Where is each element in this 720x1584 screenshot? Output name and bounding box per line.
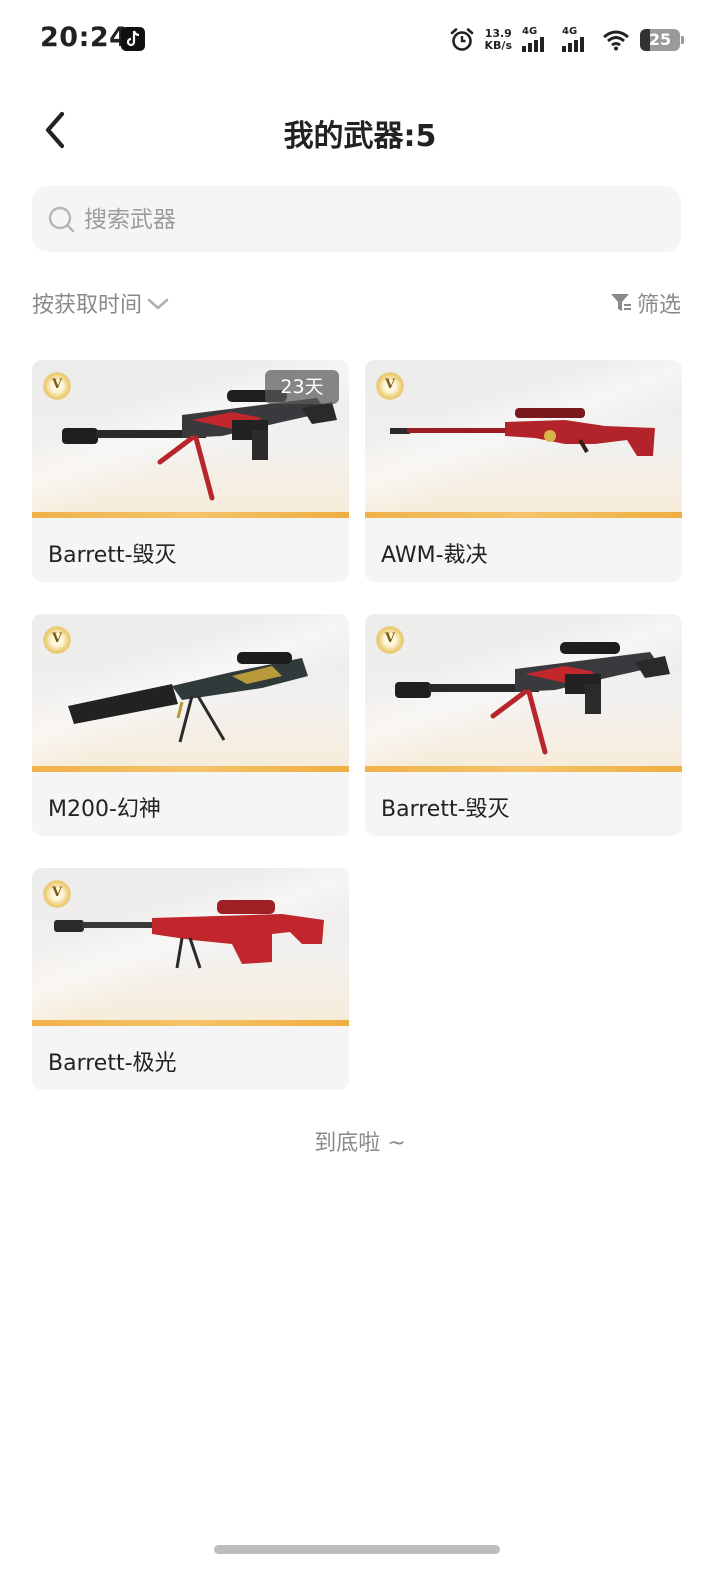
filter-button[interactable]: 筛选 [609, 286, 681, 320]
filter-label: 筛选 [636, 293, 681, 318]
battery-level: 25 [648, 30, 672, 49]
search-icon [48, 206, 75, 233]
weapon-image-area: V [365, 614, 682, 772]
weapon-card[interactable]: V Barrett-毁灭 [365, 614, 682, 836]
barrett-dark-rifle-image [395, 642, 670, 755]
grade-letter: V [51, 631, 63, 646]
funnel-icon [610, 294, 631, 311]
weapon-name: Barrett-极光 [48, 1051, 177, 1076]
home-indicator[interactable] [214, 1545, 500, 1554]
search-input[interactable] [82, 186, 646, 254]
grade-letter: V [384, 631, 396, 646]
weapon-name: Barrett-毁灭 [48, 543, 177, 568]
page-title: 我的武器:5 [283, 119, 437, 154]
chevron-down-icon [147, 298, 169, 310]
net-speed: 13.9 KB/s [485, 28, 512, 52]
status-bar: 20:24 13.9 KB/s 4G 4G 25 [0, 0, 720, 80]
weapon-image-area: V [365, 360, 682, 518]
weapon-name: AWM-裁决 [381, 543, 488, 568]
grade-letter: V [384, 377, 396, 392]
weapon-card[interactable]: V Barrett-极光 [32, 868, 349, 1090]
signal-icon: 4G [522, 26, 552, 54]
grade-badge: V [44, 373, 70, 399]
sort-dropdown[interactable]: 按获取时间 [32, 286, 170, 320]
sort-label: 按获取时间 [32, 293, 143, 318]
weapon-card[interactable]: V 23天 Barrett-毁灭 [32, 360, 349, 582]
battery-icon: 25 [640, 29, 684, 51]
weapon-card[interactable]: V M200-幻神 [32, 614, 349, 836]
grade-badge: V [377, 627, 403, 653]
sim2-network-tag: 4G [562, 26, 578, 37]
search-bar[interactable] [32, 186, 681, 254]
grade-letter: V [51, 377, 63, 392]
weapon-image-area: V 23天 [32, 360, 349, 518]
sim1-network-tag: 4G [522, 26, 538, 37]
grade-badge: V [377, 373, 403, 399]
weapon-name: Barrett-毁灭 [381, 797, 510, 822]
alarm-icon [449, 27, 475, 53]
awm-red-rifle-image [390, 408, 655, 456]
status-icons: 13.9 KB/s 4G 4G 25 [449, 22, 684, 58]
wifi-icon [602, 29, 630, 51]
grade-letter: V [51, 885, 63, 900]
end-of-list-text: 到底啦 ~ [314, 1131, 406, 1156]
net-speed-unit: KB/s [484, 39, 512, 52]
weapon-name: M200-幻神 [48, 797, 161, 822]
signal-icon: 4G [562, 26, 592, 54]
grade-badge: V [44, 881, 70, 907]
status-time: 20:24 [40, 22, 129, 53]
tiktok-icon [121, 27, 145, 51]
m200-black-gold-rifle-image [68, 652, 308, 743]
weapon-image-area: V [32, 614, 349, 772]
time-remaining-tag: 23天 [265, 370, 339, 404]
weapon-card[interactable]: V AWM-裁决 [365, 360, 682, 582]
grade-badge: V [44, 627, 70, 653]
weapon-image-area: V [32, 868, 349, 1026]
barrett-red-rifle-image [54, 900, 324, 969]
